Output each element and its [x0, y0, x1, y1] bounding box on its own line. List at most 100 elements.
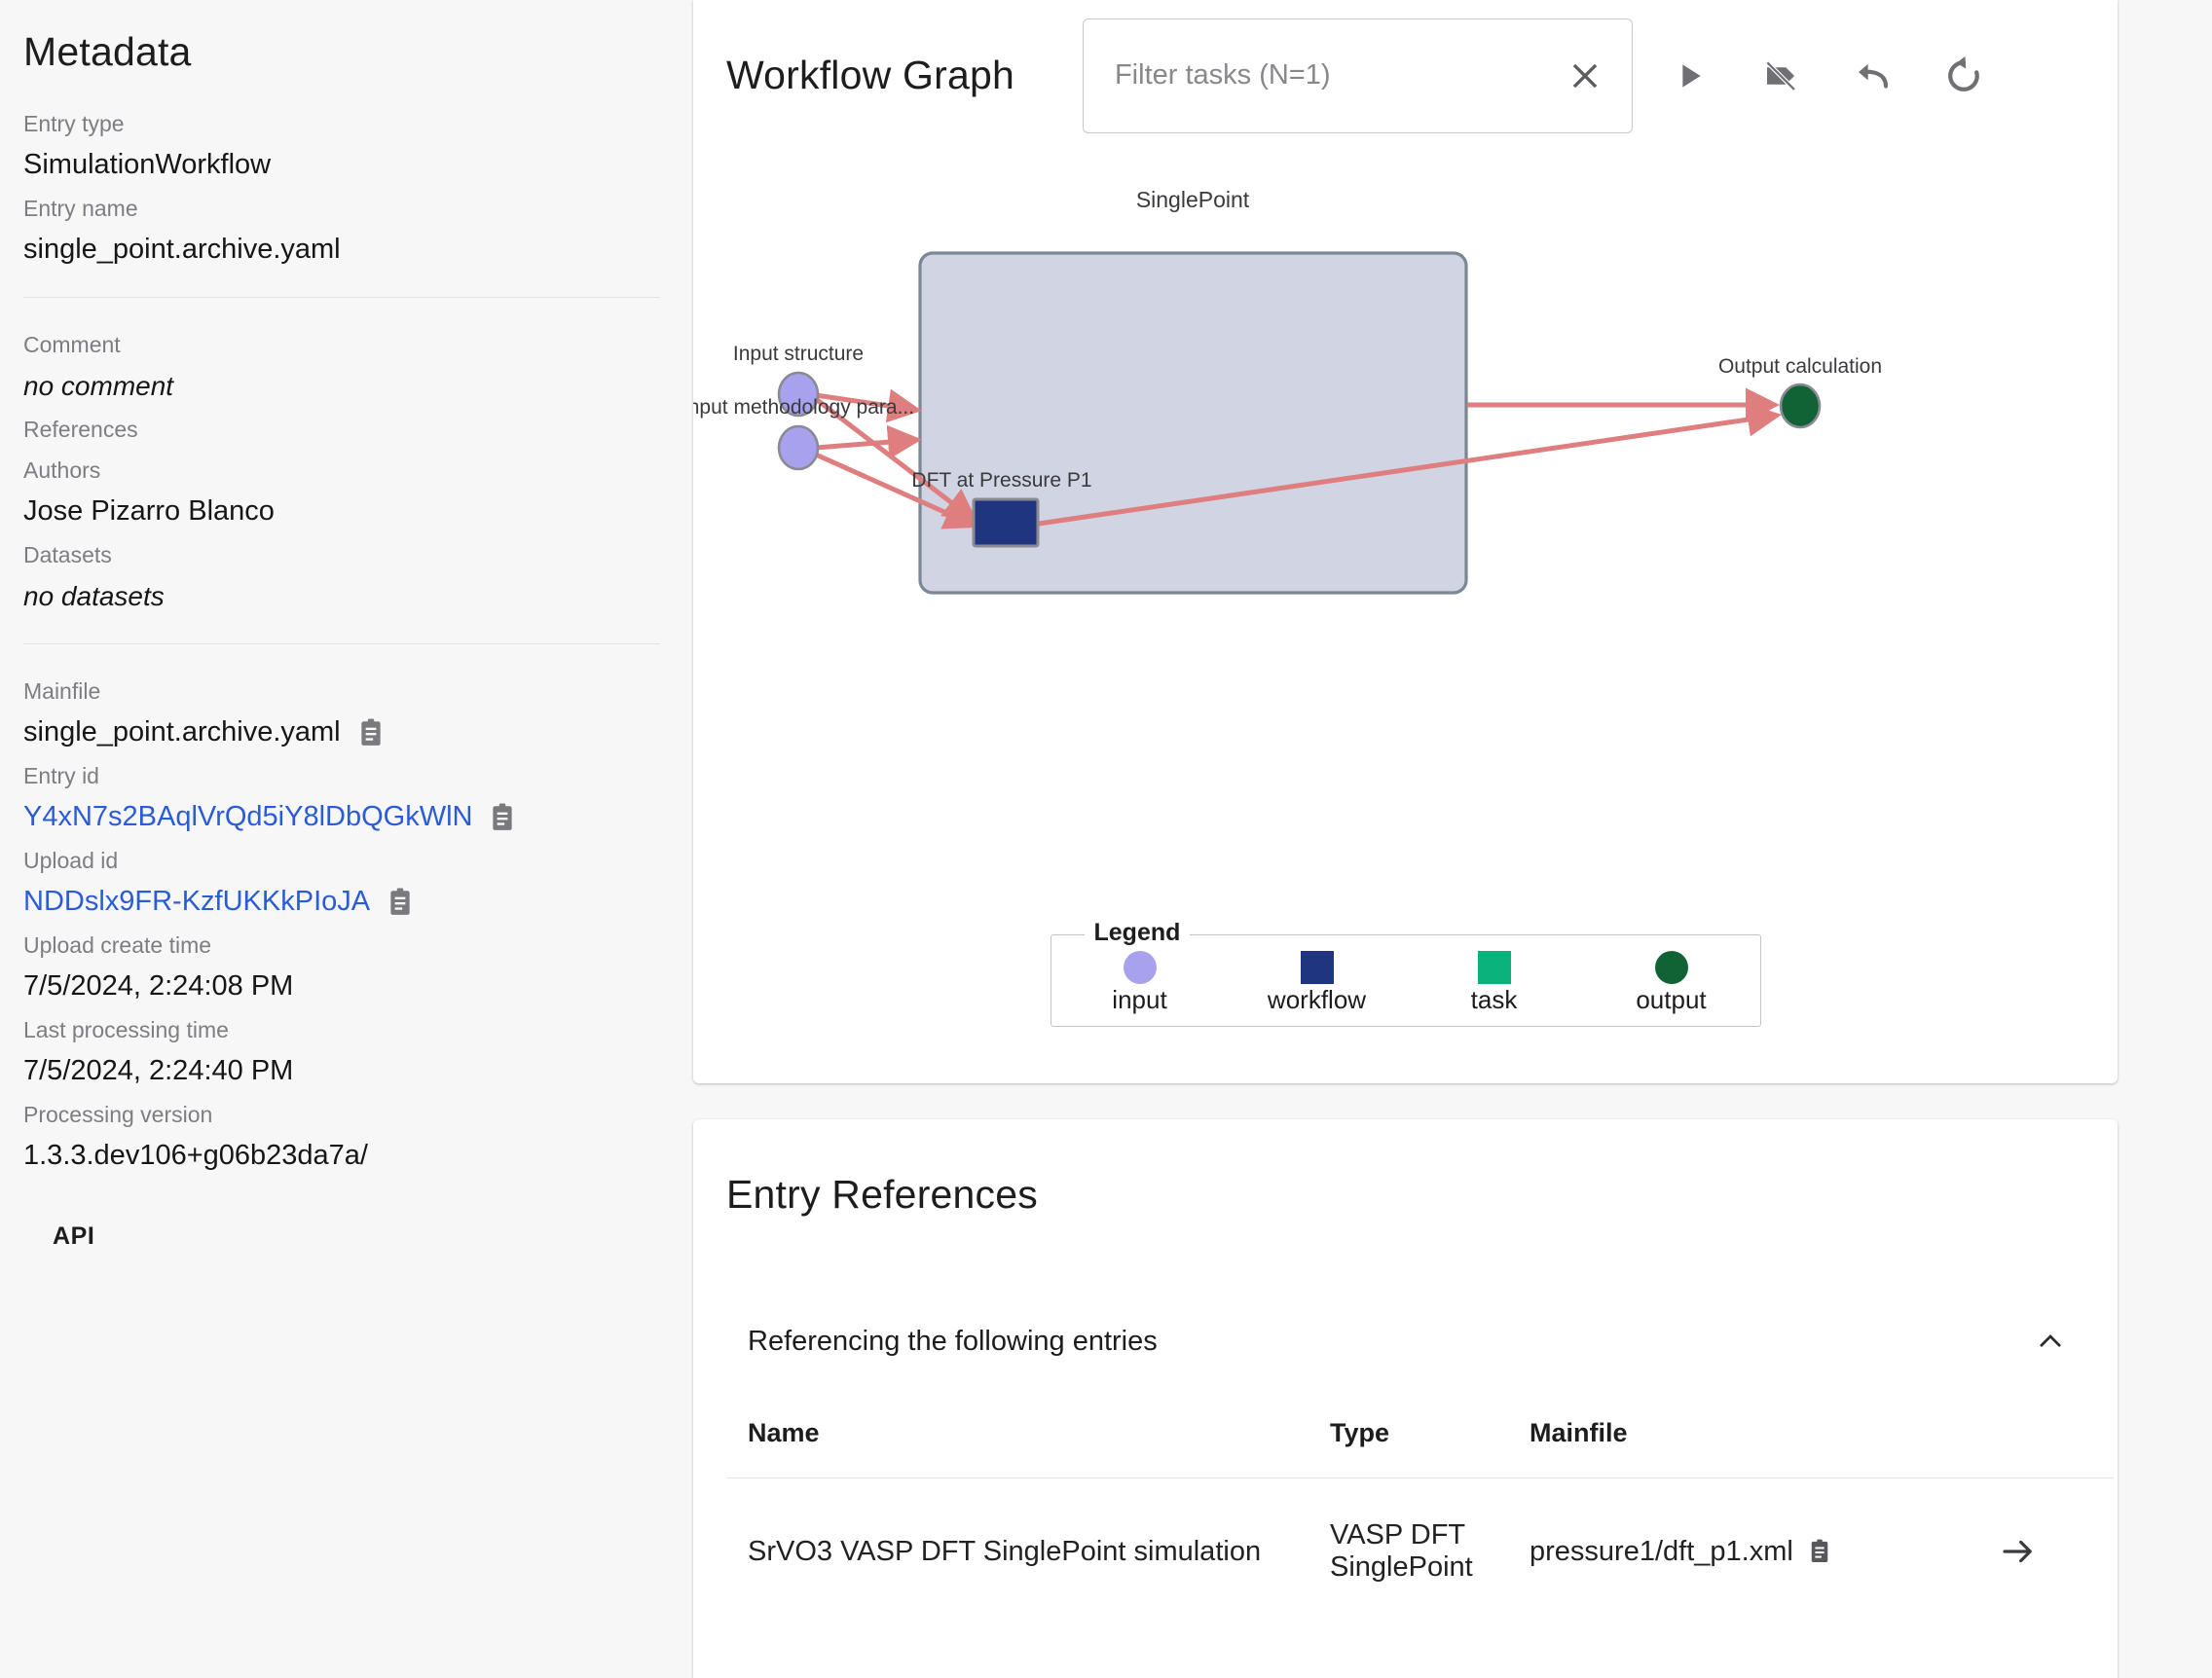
field-label: Processing version: [23, 1102, 213, 1127]
references-table-wrap: Name Type Mainfile SrVO3 VASP DFT Single…: [693, 1418, 2118, 1624]
field-value: no datasets: [23, 581, 165, 611]
field-value: SimulationWorkflow: [23, 149, 272, 180]
clipboard-icon[interactable]: [1807, 1537, 1832, 1566]
references-accordion-label: Referencing the following entries: [748, 1325, 1158, 1357]
mainfile-text: pressure1/dft_p1.xml: [1530, 1535, 1793, 1567]
references-accordion-header[interactable]: Referencing the following entries: [693, 1299, 2118, 1383]
field-value: single_point.archive.yaml: [23, 716, 341, 748]
legend-label: input: [1112, 985, 1167, 1014]
filter-tasks-box[interactable]: [1082, 18, 1633, 133]
app-root: Metadata Entry type SimulationWorkflow E…: [0, 0, 2212, 1678]
field-value: 7/5/2024, 2:24:08 PM: [23, 970, 294, 1002]
upload-id-link[interactable]: NDDslx9FR-KzfUKKkPIoJA: [23, 880, 370, 924]
workflow-graph-canvas[interactable]: SinglePoint Input structure Input method…: [693, 151, 2118, 920]
legend-item-input: input: [1067, 951, 1213, 1015]
workflow-graph-title: Workflow Graph: [726, 53, 1014, 97]
workflow-graph-svg[interactable]: SinglePoint Input structure Input method…: [693, 151, 2118, 920]
reset-icon[interactable]: [1940, 53, 1987, 99]
workflow-graph-card: Workflow Graph Filter tasks (N=1) Single…: [693, 0, 2118, 1083]
legend-label: workflow: [1267, 985, 1367, 1014]
divider: [23, 297, 660, 298]
references-table: Name Type Mainfile SrVO3 VASP DFT Single…: [726, 1418, 2114, 1624]
close-icon[interactable]: [1564, 55, 1606, 97]
field-label: Mainfile: [23, 678, 101, 704]
field-value: 1.3.3.dev106+g06b23da7a/: [23, 1140, 368, 1171]
field-value: 7/5/2024, 2:24:40 PM: [23, 1055, 294, 1086]
edge-input-method-to-workflow: [815, 424, 922, 459]
legend-item-output: output: [1599, 951, 1745, 1015]
legend-label: output: [1636, 985, 1707, 1014]
field-last-processing-time: Last processing time 7/5/2024, 2:24:40 P…: [23, 1010, 660, 1093]
graph-node-label: Output calculation: [1718, 355, 1882, 378]
field-authors: Authors Jose Pizarro Blanco: [23, 451, 660, 533]
graph-node-label: DFT at Pressure P1: [911, 469, 1091, 492]
field-entry-id: Entry id Y4xN7s2BAqlVrQd5iY8lDbQGkWlN: [23, 756, 660, 839]
workflow-graph-header: Workflow Graph: [693, 0, 2118, 151]
field-upload-create-time: Upload create time 7/5/2024, 2:24:08 PM: [23, 926, 660, 1008]
arrow-right-icon[interactable]: [1997, 1530, 2040, 1573]
graph-node-output-calculation[interactable]: Output calculation: [1718, 355, 1882, 429]
legend-title: Legend: [1084, 919, 1191, 947]
clipboard-icon[interactable]: [490, 803, 515, 832]
undo-icon[interactable]: [1849, 53, 1896, 99]
column-header-name[interactable]: Name: [726, 1418, 1330, 1478]
graph-legend: Legend input workflow task output: [1050, 919, 1761, 1027]
divider: [23, 643, 660, 644]
graph-node-label: Input structure: [733, 343, 864, 365]
legend-swatch-workflow: [1300, 951, 1334, 984]
field-label: Authors: [23, 457, 101, 483]
cell-mainfile: pressure1/dft_p1.xml: [1530, 1477, 1997, 1624]
play-icon[interactable]: [1666, 53, 1713, 99]
filter-tasks-input[interactable]: [1114, 59, 1564, 91]
graph-node-shape[interactable]: [777, 424, 820, 471]
field-entry-type: Entry type SimulationWorkflow: [23, 104, 660, 187]
legend-swatch-task: [1477, 951, 1511, 984]
graph-node-label: Input methodology para...: [693, 396, 914, 419]
table-row[interactable]: SrVO3 VASP DFT SinglePoint simulation VA…: [726, 1477, 2114, 1624]
field-processing-version: Processing version 1.3.3.dev106+g06b23da…: [23, 1095, 660, 1178]
cell-type: VASP DFT SinglePoint: [1330, 1477, 1530, 1624]
field-entry-name: Entry name single_point.archive.yaml: [23, 189, 660, 272]
clipboard-icon[interactable]: [387, 888, 413, 917]
field-upload-id: Upload id NDDslx9FR-KzfUKKkPIoJA: [23, 841, 660, 924]
field-label: References: [23, 417, 138, 442]
field-value: no comment: [23, 371, 174, 401]
legend-item-task: task: [1421, 951, 1567, 1015]
graph-node-shape[interactable]: [972, 497, 1040, 548]
field-label: Upload create time: [23, 932, 212, 958]
cell-name: SrVO3 VASP DFT SinglePoint simulation: [726, 1477, 1330, 1624]
column-header-type[interactable]: Type: [1330, 1418, 1530, 1478]
graph-legend-wrap: Legend input workflow task output: [693, 919, 2118, 1027]
legend-swatch-output: [1654, 951, 1688, 984]
field-label: Entry id: [23, 763, 99, 788]
field-comment: Comment no comment: [23, 325, 660, 408]
main-content: Workflow Graph Filter tasks (N=1) Single…: [693, 0, 2212, 1678]
field-label: Entry name: [23, 196, 138, 221]
entry-references-card: Entry References Referencing the followi…: [693, 1119, 2118, 1678]
entry-references-title: Entry References: [726, 1172, 1038, 1217]
label-off-icon[interactable]: [1757, 53, 1804, 99]
field-value: Jose Pizarro Blanco: [23, 495, 275, 527]
page-title: Metadata: [23, 29, 192, 74]
field-references: References: [23, 410, 660, 449]
graph-node-shape[interactable]: [1779, 383, 1822, 429]
column-header-mainfile[interactable]: Mainfile: [1530, 1418, 1997, 1478]
legend-item-workflow: workflow: [1244, 951, 1390, 1015]
clipboard-icon[interactable]: [358, 718, 384, 748]
legend-swatch-input: [1123, 951, 1157, 984]
api-section: API: [23, 1222, 660, 1251]
field-label: Comment: [23, 332, 121, 357]
table-header-row: Name Type Mainfile: [726, 1418, 2114, 1478]
field-label: Upload id: [23, 848, 119, 873]
api-button[interactable]: API: [53, 1222, 94, 1251]
field-label: Entry type: [23, 111, 125, 136]
graph-node-input-methodology[interactable]: Input methodology para...: [693, 396, 914, 471]
workflow-box-label: SinglePoint: [1136, 187, 1250, 212]
legend-label: task: [1470, 985, 1518, 1014]
field-label: Last processing time: [23, 1017, 229, 1042]
field-label: Datasets: [23, 542, 112, 567]
entry-id-link[interactable]: Y4xN7s2BAqlVrQd5iY8lDbQGkWlN: [23, 795, 472, 839]
metadata-sidebar: Metadata Entry type SimulationWorkflow E…: [0, 0, 693, 1678]
column-header-actions: [1997, 1418, 2114, 1478]
chevron-up-icon[interactable]: [2034, 1325, 2067, 1358]
